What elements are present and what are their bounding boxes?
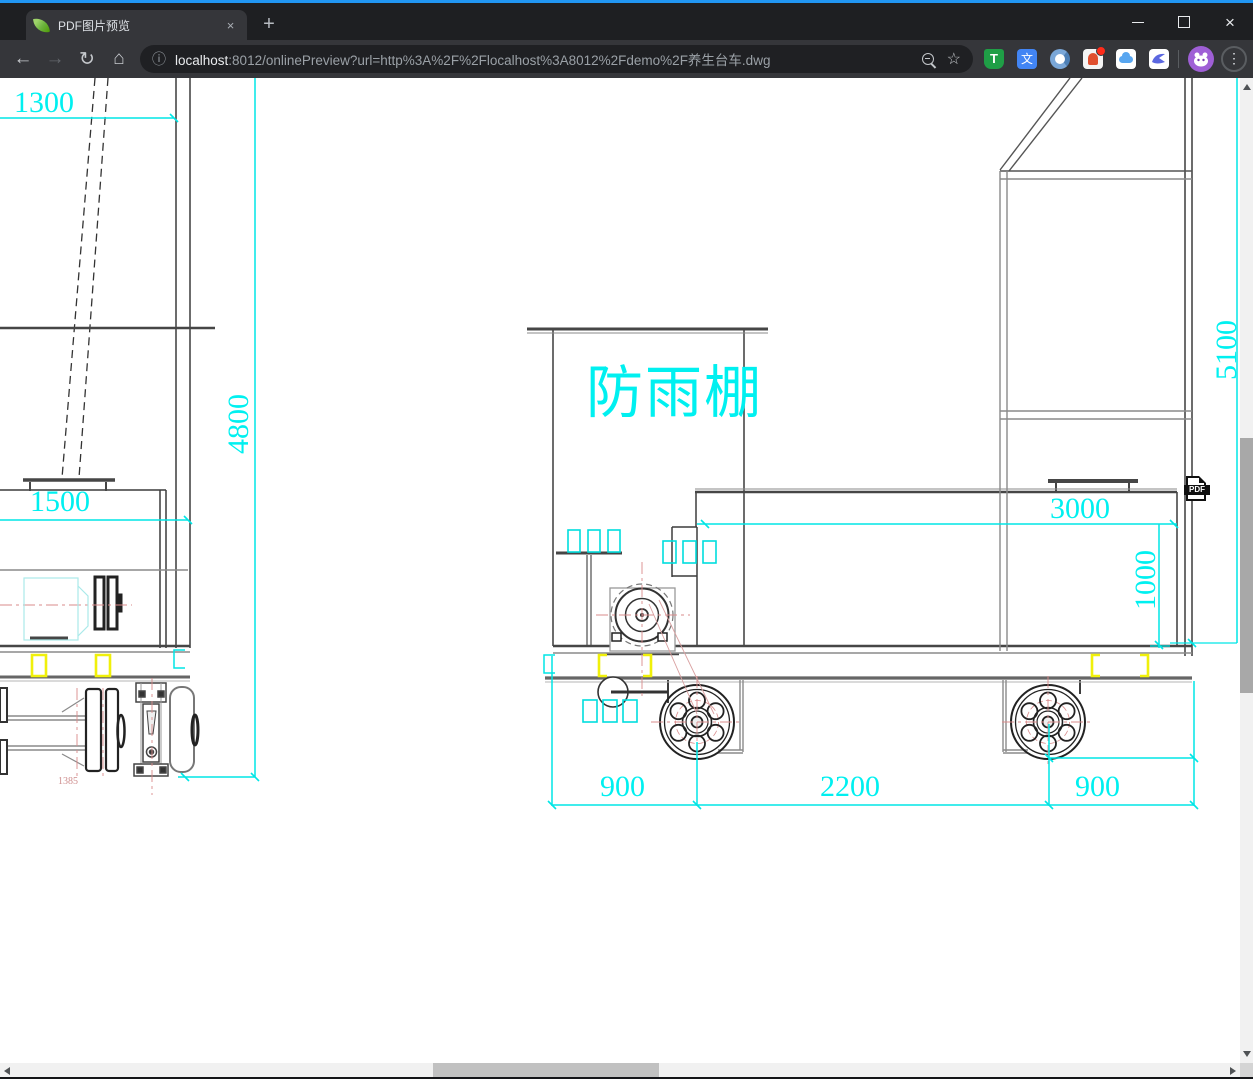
close-button[interactable]: ×: [1207, 6, 1253, 38]
pdf-icon: PDF: [1184, 485, 1210, 495]
dim-900-left-label: 900: [600, 770, 645, 803]
forward-button[interactable]: →: [39, 44, 71, 74]
cad-drawing: [0, 78, 1238, 810]
minimize-button[interactable]: [1115, 6, 1161, 38]
scroll-left-arrow[interactable]: [4, 1066, 10, 1075]
toolbar-divider: [1178, 50, 1179, 68]
spring-leaf-favicon-icon: [33, 16, 50, 34]
dim-2200-label: 2200: [820, 770, 880, 803]
red-badge-extension-button[interactable]: [1083, 46, 1106, 69]
tab-close-icon[interactable]: ×: [222, 17, 239, 34]
tab-title: PDF图片预览: [58, 18, 131, 33]
scroll-down-arrow[interactable]: [1242, 1051, 1251, 1057]
bird-icon: [1152, 53, 1165, 64]
browser-window: PDF图片预览 × + × ← → ↻ ⌂ ⓘ localhost:8012/o…: [0, 0, 1253, 1079]
scroll-up-arrow[interactable]: [1242, 84, 1251, 90]
red-figure-icon: [1088, 53, 1098, 65]
new-tab-button[interactable]: +: [256, 13, 282, 37]
bird-extension-button[interactable]: [1149, 49, 1169, 69]
vertical-scrollbar[interactable]: [1240, 78, 1253, 1063]
dim-3000-label: 3000: [1050, 492, 1110, 525]
browser-menu-button[interactable]: ⋮: [1221, 46, 1247, 72]
dim-5100-label: 5100: [1210, 320, 1240, 380]
scroll-right-arrow[interactable]: [1230, 1066, 1236, 1075]
cloud-icon: [1119, 52, 1133, 63]
url-host: localhost: [175, 53, 229, 68]
browser-tab[interactable]: PDF图片预览 ×: [26, 10, 247, 40]
dim-1000-label: 1000: [1129, 550, 1162, 610]
home-button[interactable]: ⌂: [103, 44, 135, 74]
extensions-area: T 文: [984, 46, 1169, 69]
pdf-file-button[interactable]: PDF: [1184, 476, 1210, 501]
maximize-icon: [1178, 16, 1190, 28]
cloud-extension-button[interactable]: [1116, 49, 1136, 69]
horizontal-scrollbar[interactable]: [0, 1063, 1240, 1077]
dwg-preview-page: 1300 1500 4800 5100 3000 1000 900 2200 9…: [0, 78, 1240, 1063]
dim-1500-label: 1500: [30, 485, 90, 518]
minimize-icon: [1132, 21, 1144, 23]
url-text: localhost:8012/onlinePreview?url=http%3A…: [175, 49, 914, 69]
dim-1300-label: 1300: [14, 86, 74, 119]
close-icon: ×: [1225, 12, 1235, 32]
site-info-icon[interactable]: ⓘ: [152, 49, 166, 69]
vertical-scrollbar-thumb[interactable]: [1240, 438, 1253, 693]
browser-toolbar: ← → ↻ ⌂ ⓘ localhost:8012/onlinePreview?u…: [0, 40, 1253, 78]
canopy-annotation: 防雨棚: [586, 360, 763, 426]
window-controls: ×: [1115, 6, 1253, 38]
dim-1385-label: 1385: [58, 776, 78, 787]
tab-strip: PDF图片预览 × + ×: [0, 3, 1253, 40]
back-button[interactable]: ←: [7, 44, 39, 74]
pdf-fold-corner-icon: [1199, 476, 1206, 483]
url-bar[interactable]: ⓘ localhost:8012/onlinePreview?url=http%…: [140, 45, 973, 73]
reload-button[interactable]: ↻: [71, 44, 103, 74]
dim-4800-label: 4800: [222, 394, 255, 454]
translate-extension-button[interactable]: 文: [1017, 49, 1037, 69]
tampermonkey-extension-button[interactable]: T: [984, 49, 1004, 69]
zoom-out-icon[interactable]: [921, 53, 934, 65]
bookmark-star-icon[interactable]: ☆: [947, 49, 961, 69]
notification-badge: [1096, 46, 1106, 56]
dim-900-right-label: 900: [1075, 770, 1120, 803]
maximize-button[interactable]: [1161, 6, 1207, 38]
scrollbar-corner: [1240, 1063, 1253, 1077]
avatar-face-icon: [1194, 52, 1208, 67]
horizontal-scrollbar-thumb[interactable]: [433, 1063, 659, 1077]
url-path: :8012/onlinePreview?url=http%3A%2F%2Floc…: [228, 53, 771, 68]
blue-ring-extension-button[interactable]: [1050, 49, 1070, 69]
profile-avatar[interactable]: [1188, 46, 1214, 72]
